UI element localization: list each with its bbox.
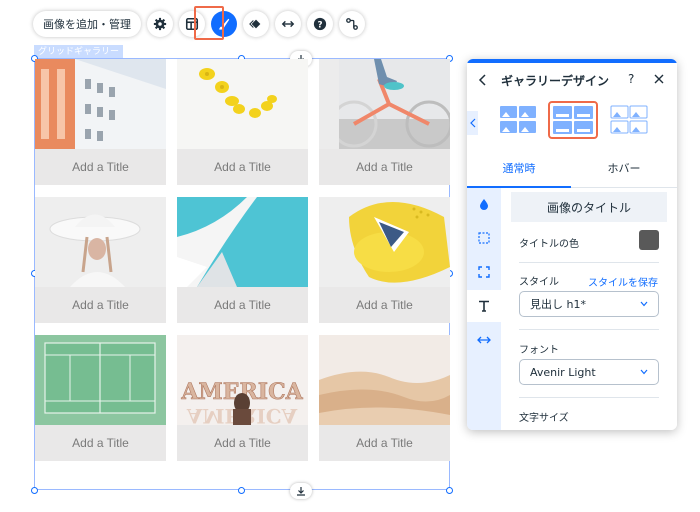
divider (519, 329, 659, 330)
gallery-image (319, 59, 450, 149)
item-title: Add a Title (72, 436, 129, 450)
preset-thumbnail-selected[interactable] (548, 101, 598, 139)
help-icon: ? (313, 17, 327, 31)
tab-regular[interactable]: 通常時 (467, 152, 571, 188)
save-style-link[interactable]: スタイルを保存 (588, 274, 658, 289)
item-title: Add a Title (214, 160, 271, 174)
gallery-item[interactable]: Add a Title (319, 335, 450, 461)
text-icon (479, 300, 489, 312)
svg-text:?: ? (317, 21, 322, 31)
state-tabs: 通常時 ホバー (467, 152, 677, 188)
gallery-image (35, 59, 166, 149)
panel-title: ギャラリーデザイン (501, 74, 610, 88)
gallery-image (177, 59, 308, 149)
stretch-icon (281, 20, 295, 28)
tab-hover[interactable]: ホバー (571, 152, 677, 188)
spacing-icon (477, 336, 491, 344)
resize-handle-bottom-left[interactable] (31, 487, 38, 494)
text-size-label: 文字サイズ (519, 413, 569, 424)
gallery-item[interactable]: Add a Title (35, 335, 166, 461)
item-title: Add a Title (356, 436, 413, 450)
stretch-bottom-button[interactable] (290, 483, 312, 499)
connect-icon (346, 18, 358, 30)
style-value: 見出し h1* (530, 298, 586, 311)
font-dropdown[interactable]: Avenir Light (519, 359, 659, 385)
nav-text[interactable] (467, 290, 501, 322)
gallery-toolbar: 画像を追加・管理 ? (33, 11, 365, 37)
download-arrow-icon (297, 487, 305, 496)
style-label: スタイル (519, 277, 559, 288)
divider (519, 262, 659, 263)
section-title: 画像のタイトル (511, 192, 667, 222)
presets-scroll-left[interactable] (467, 111, 478, 135)
preset-thumbnail-icon[interactable] (610, 105, 648, 135)
gallery-image (319, 197, 450, 287)
gallery-item[interactable]: Add a Title (319, 59, 450, 185)
preset-thumbnail-icon[interactable] (499, 105, 537, 135)
gallery-item[interactable]: Add a Title (35, 59, 166, 185)
design-category-nav (467, 188, 501, 430)
design-brush-icon (218, 18, 230, 30)
nav-corners[interactable] (467, 256, 501, 288)
help-button[interactable]: ? (307, 11, 333, 37)
chevron-down-icon (640, 369, 648, 375)
item-title: Add a Title (72, 160, 129, 174)
title-color-swatch[interactable] (639, 230, 659, 250)
item-title: Add a Title (356, 298, 413, 312)
gallery-image: AMERICAAMERICA (177, 335, 308, 425)
chevron-down-icon (640, 301, 648, 307)
settings-button[interactable] (147, 11, 173, 37)
layout-icon (185, 17, 199, 31)
item-title: Add a Title (214, 436, 271, 450)
gallery-item[interactable]: Add a Title (177, 197, 308, 323)
design-settings: 画像のタイトル タイトルの色 スタイル スタイルを保存 見出し h1* フォント… (501, 188, 677, 430)
font-label: フォント (519, 345, 559, 356)
gallery-item[interactable]: Add a Title (35, 197, 166, 323)
layout-presets (467, 99, 677, 149)
stretch-button[interactable] (275, 11, 301, 37)
design-button[interactable] (211, 11, 237, 37)
font-value: Avenir Light (530, 365, 596, 379)
droplet-icon (480, 199, 488, 210)
nav-border[interactable] (467, 222, 501, 254)
nav-spacing[interactable] (467, 324, 501, 356)
chevron-left-icon (469, 118, 475, 128)
close-icon[interactable] (653, 73, 665, 85)
gallery-image (177, 197, 308, 287)
item-title: Add a Title (356, 160, 413, 174)
connect-button[interactable] (339, 11, 365, 37)
resize-handle-bottom[interactable] (238, 487, 245, 494)
border-icon (478, 232, 490, 244)
gallery-item[interactable]: AMERICAAMERICA Add a Title (177, 335, 308, 461)
gallery-item[interactable]: Add a Title (319, 197, 450, 323)
animation-button[interactable] (243, 11, 269, 37)
gallery-image (35, 197, 166, 287)
layout-button[interactable] (179, 11, 205, 37)
gallery-item[interactable]: Add a Title (177, 59, 308, 185)
gallery-image (35, 335, 166, 425)
title-color-label: タイトルの色 (519, 239, 579, 250)
resize-handle-bottom-right[interactable] (446, 487, 453, 494)
gallery-image (319, 335, 450, 425)
item-title: Add a Title (214, 298, 271, 312)
panel-accent-bar (467, 59, 677, 63)
style-dropdown[interactable]: 見出し h1* (519, 291, 659, 317)
preset-thumbnail-icon (553, 106, 593, 134)
gallery-tag: グリッドギャラリー (34, 45, 124, 59)
divider (519, 397, 659, 398)
animation-icon (249, 19, 261, 29)
gallery-design-panel: ギャラリーデザイン ? 通常時 ホバー 画像のタイトル タイトルの色 スタイル … (467, 59, 677, 430)
item-title: Add a Title (72, 298, 129, 312)
nav-fill[interactable] (467, 188, 501, 220)
add-manage-images-button[interactable]: 画像を追加・管理 (33, 11, 141, 37)
gear-icon (153, 17, 167, 31)
back-arrow-icon[interactable] (477, 73, 489, 87)
corners-icon (478, 266, 490, 278)
help-button[interactable]: ? (628, 72, 634, 86)
